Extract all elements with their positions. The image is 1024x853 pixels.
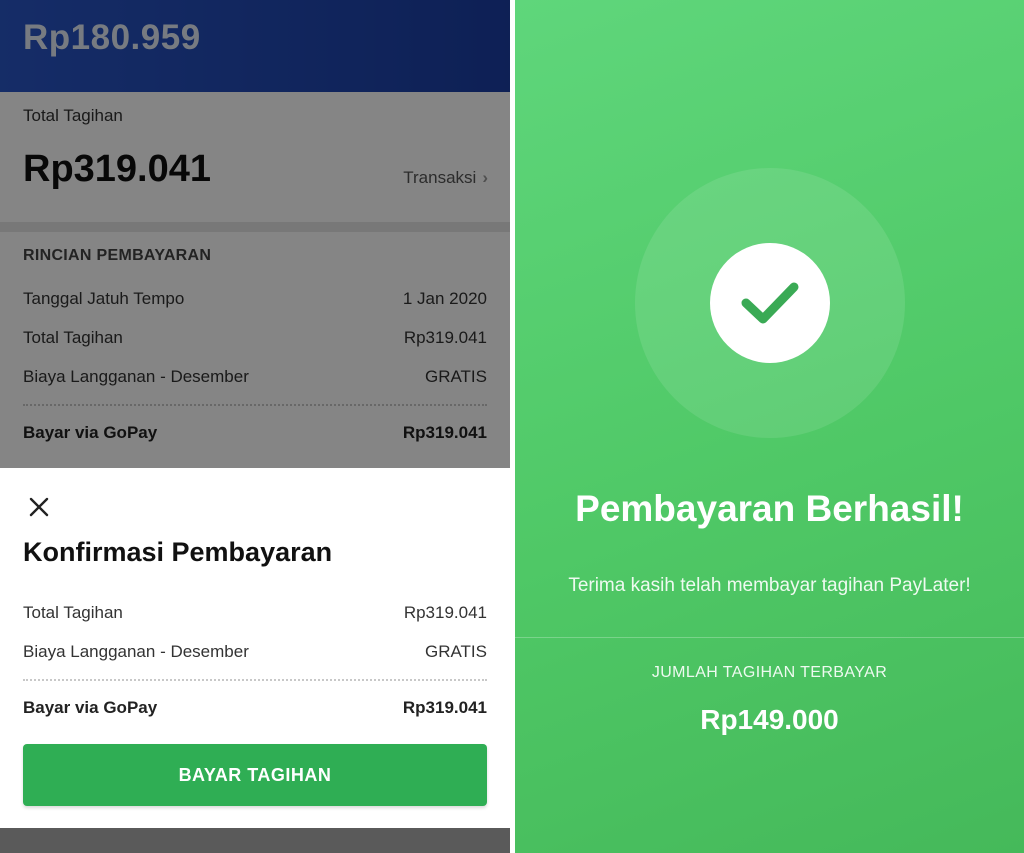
success-title: Pembayaran Berhasil! — [575, 488, 964, 529]
sheet-total-label: Bayar via GoPay — [23, 698, 158, 717]
sheet-total-value: Rp319.041 — [402, 698, 487, 717]
sheet-row-label: Total Tagihan — [23, 603, 123, 622]
dotted-divider — [23, 679, 487, 681]
modal-backdrop[interactable] — [0, 0, 510, 468]
success-subtitle: Terima kasih telah membayar tagihan PayL… — [568, 575, 971, 596]
sheet-row-value: GRATIS — [424, 642, 487, 661]
paylater-bill-screen: Rp180.959 Total Tagihan Rp319.041 Transa… — [0, 0, 510, 853]
checkmark-icon — [710, 243, 830, 363]
sheet-title: Konfirmasi Pembayaran — [23, 537, 333, 567]
sheet-total-row: Bayar via GoPay Rp319.041 — [23, 698, 487, 718]
pay-bill-button[interactable]: BAYAR TAGIHAN — [23, 744, 487, 806]
payment-success-screen: Pembayaran Berhasil! Terima kasih telah … — [515, 0, 1024, 853]
close-icon[interactable] — [26, 494, 52, 520]
sheet-bottom-backdrop — [0, 828, 510, 853]
success-divider — [515, 637, 1024, 638]
paid-amount-label: JUMLAH TAGIHAN TERBAYAR — [651, 664, 888, 681]
sheet-row: Total Tagihan Rp319.041 — [23, 603, 487, 623]
screenshot-canvas: Rp180.959 Total Tagihan Rp319.041 Transa… — [0, 0, 1024, 853]
paid-amount-value: Rp149.000 — [700, 704, 839, 735]
sheet-row-value: Rp319.041 — [403, 603, 487, 622]
sheet-row: Biaya Langganan - Desember GRATIS — [23, 642, 487, 662]
sheet-row-label: Biaya Langganan - Desember — [23, 642, 249, 661]
